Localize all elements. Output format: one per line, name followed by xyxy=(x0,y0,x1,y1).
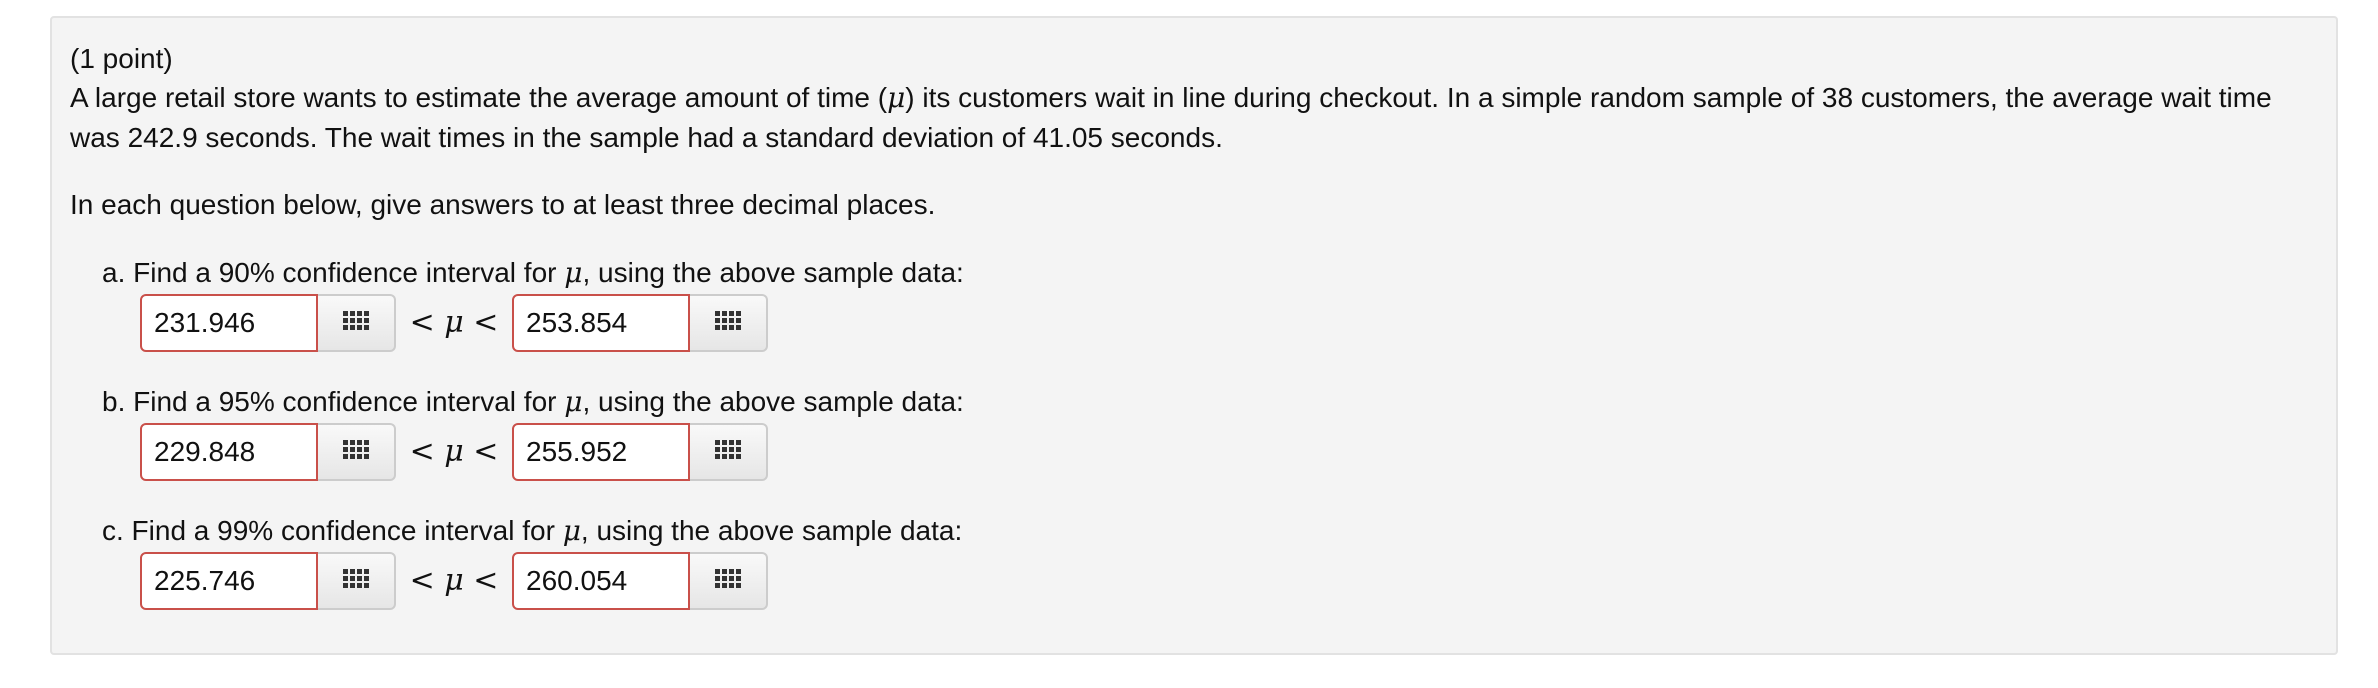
keypad-button-upper-c[interactable] xyxy=(690,552,768,610)
question-c-suffix: , using the above sample data: xyxy=(580,515,963,546)
keypad-button-upper-b[interactable] xyxy=(690,423,768,481)
question-c: c. Find a 99% confidence interval for μ,… xyxy=(102,512,962,550)
instructions-text: In each question below, give answers to … xyxy=(70,189,936,220)
answer-row-b: < μ < xyxy=(140,423,768,481)
upper-bound-group-c xyxy=(512,552,768,610)
keypad-grid-svg xyxy=(715,310,741,330)
less-than-right: < xyxy=(473,434,499,469)
lower-bound-group-c xyxy=(140,552,396,610)
question-b-mu: μ xyxy=(564,385,583,418)
keypad-grid-svg xyxy=(343,310,369,330)
inequality-mu: μ xyxy=(444,563,464,598)
question-a-suffix: , using the above sample data: xyxy=(582,257,964,288)
keypad-button-lower-b[interactable] xyxy=(318,423,396,481)
upper-bound-input-b[interactable] xyxy=(512,423,690,481)
keypad-button-lower-a[interactable] xyxy=(318,294,396,352)
less-than-left: < xyxy=(409,563,435,598)
keypad-grid-icon xyxy=(343,310,369,336)
keypad-grid-svg xyxy=(715,439,741,459)
less-than-right: < xyxy=(473,563,499,598)
keypad-grid-icon xyxy=(343,439,369,465)
less-than-left: < xyxy=(409,305,435,340)
keypad-grid-icon xyxy=(715,310,741,336)
keypad-grid-svg xyxy=(343,439,369,459)
question-a: a. Find a 90% confidence interval for μ,… xyxy=(102,254,964,292)
statement-text-start: A large retail store wants to estimate t… xyxy=(70,82,888,113)
keypad-grid-svg xyxy=(343,568,369,588)
keypad-grid-icon xyxy=(343,568,369,594)
points-label: (1 point) xyxy=(70,43,173,74)
question-a-prefix: a. Find a 90% confidence interval for xyxy=(102,257,565,288)
question-b-prefix: b. Find a 95% confidence interval for xyxy=(102,386,565,417)
upper-bound-input-c[interactable] xyxy=(512,552,690,610)
inequality-c: < μ < xyxy=(396,552,512,610)
lower-bound-input-c[interactable] xyxy=(140,552,318,610)
question-b: b. Find a 95% confidence interval for μ,… xyxy=(102,383,964,421)
keypad-grid-icon xyxy=(715,439,741,465)
keypad-button-lower-c[interactable] xyxy=(318,552,396,610)
upper-bound-group-a xyxy=(512,294,768,352)
question-b-suffix: , using the above sample data: xyxy=(582,386,964,417)
mu-symbol: μ xyxy=(887,81,906,114)
lower-bound-input-b[interactable] xyxy=(140,423,318,481)
keypad-grid-icon xyxy=(715,568,741,594)
lower-bound-group-a xyxy=(140,294,396,352)
keypad-grid-svg xyxy=(715,568,741,588)
inequality-mu: μ xyxy=(444,434,464,469)
answer-row-c: < μ < xyxy=(140,552,768,610)
lower-bound-input-a[interactable] xyxy=(140,294,318,352)
keypad-button-upper-a[interactable] xyxy=(690,294,768,352)
upper-bound-input-a[interactable] xyxy=(512,294,690,352)
inequality-a: < μ < xyxy=(396,294,512,352)
less-than-right: < xyxy=(473,305,499,340)
answer-row-a: < μ < xyxy=(140,294,768,352)
question-c-mu: μ xyxy=(562,514,581,547)
question-a-mu: μ xyxy=(564,256,583,289)
problem-statement: A large retail store wants to estimate t… xyxy=(70,78,2325,158)
upper-bound-group-b xyxy=(512,423,768,481)
inequality-mu: μ xyxy=(444,305,464,340)
less-than-left: < xyxy=(409,434,435,469)
question-c-prefix: c. Find a 99% confidence interval for xyxy=(102,515,563,546)
inequality-b: < μ < xyxy=(396,423,512,481)
problem-panel: (1 point) A large retail store wants to … xyxy=(50,16,2338,655)
lower-bound-group-b xyxy=(140,423,396,481)
